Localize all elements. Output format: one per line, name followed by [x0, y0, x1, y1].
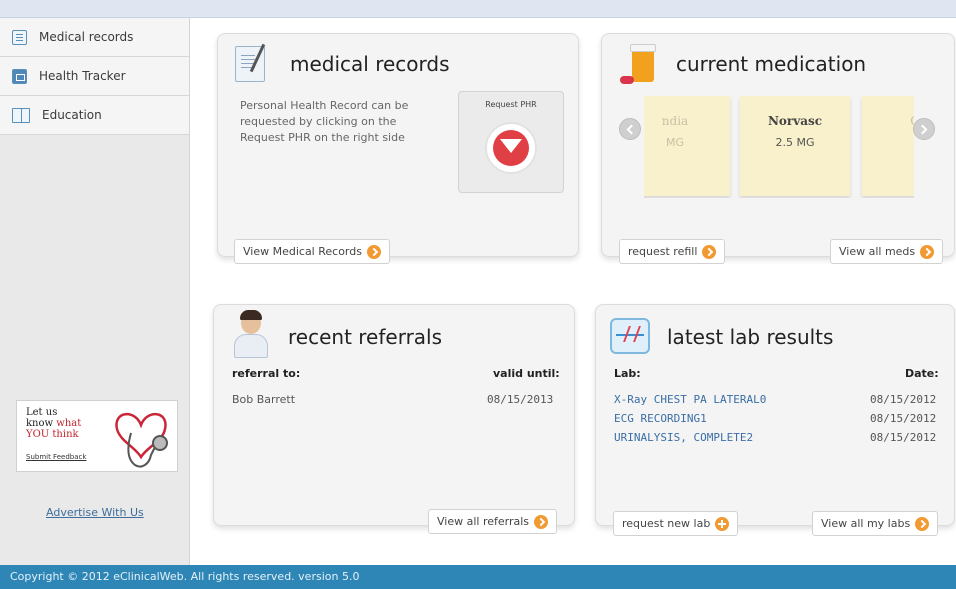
doctor-icon	[232, 310, 270, 358]
lab-result-link[interactable]: ECG RECORDING1	[614, 412, 707, 425]
view-all-meds-button[interactable]: View all meds	[830, 239, 944, 264]
request-new-lab-button[interactable]: request new lab	[613, 511, 739, 536]
top-bar	[0, 0, 956, 18]
view-medical-records-button[interactable]: View Medical Records	[234, 239, 390, 264]
arrow-right-icon	[702, 244, 717, 259]
lab-result-date: 08/15/2012	[870, 412, 937, 425]
request-refill-button[interactable]: request refill	[619, 239, 726, 264]
card-title: recent referrals	[288, 325, 443, 349]
lab-result-date: 08/15/2012	[870, 431, 937, 444]
medication-note[interactable]: Norvasc 2.5 MG	[740, 96, 850, 196]
tracker-icon	[12, 68, 27, 84]
sidebar-item-medical-records[interactable]: Medical records	[0, 18, 189, 57]
lab-result-date: 08/15/2012	[870, 393, 937, 406]
request-phr-label: Request PHR	[485, 100, 537, 109]
lab-result-link[interactable]: URINALYSIS, COMPLETE2	[614, 431, 753, 444]
feedback-banner[interactable]: Let us know what YOU think Submit Feedba…	[16, 400, 178, 472]
card-title: latest lab results	[667, 325, 834, 349]
card-title: current medication	[676, 52, 867, 76]
sidebar-item-health-tracker[interactable]: Health Tracker	[0, 57, 189, 96]
phr-description: Personal Health Record can be requested …	[240, 99, 409, 144]
view-all-referrals-button[interactable]: View all referrals	[428, 509, 558, 534]
column-header: valid until:	[493, 367, 560, 380]
book-icon	[12, 107, 30, 123]
sidebar-item-label: Health Tracker	[39, 69, 126, 83]
ecg-monitor-icon	[610, 318, 650, 354]
medication-note[interactable]: ndia MG	[644, 96, 730, 196]
column-header: Date:	[905, 367, 939, 380]
column-header: referral to:	[232, 367, 301, 380]
medication-note[interactable]: Gl	[862, 96, 914, 196]
column-header: Lab:	[614, 367, 641, 380]
arrow-right-icon	[920, 244, 935, 259]
carousel-next-button[interactable]	[913, 118, 935, 140]
card-title: medical records	[290, 52, 450, 76]
sidebar-item-label: Medical records	[39, 30, 134, 44]
medication-carousel: ndia MG Norvasc 2.5 MG Gl	[644, 96, 914, 198]
lab-result-link[interactable]: X-Ray CHEST PA LATERAL0	[614, 393, 766, 406]
arrow-right-icon	[534, 514, 549, 529]
request-phr-button[interactable]: Request PHR	[458, 91, 564, 193]
clipboard-icon	[235, 46, 265, 82]
arrow-right-icon	[366, 244, 381, 259]
download-arrow-icon	[485, 122, 537, 174]
sidebar-item-label: Education	[42, 108, 102, 122]
advertise-link[interactable]: Advertise With Us	[46, 506, 144, 519]
carousel-prev-button[interactable]	[619, 118, 641, 140]
feedback-text: Let us know what YOU think	[26, 407, 82, 440]
referral-date: 08/15/2013	[487, 393, 554, 406]
pill-bottle-icon	[620, 44, 658, 86]
submit-feedback-link[interactable]: Submit Feedback	[26, 453, 86, 461]
arrow-right-icon	[915, 516, 930, 531]
referral-name: Bob Barrett	[232, 393, 296, 406]
footer: Copyright © 2012 eClinicalWeb. All right…	[0, 565, 956, 589]
sidebar: Medical records Health Tracker Education	[0, 18, 190, 565]
heart-stethoscope-icon	[115, 413, 168, 468]
clipboard-icon	[12, 29, 27, 45]
plus-icon	[715, 516, 730, 531]
view-all-labs-button[interactable]: View all my labs	[812, 511, 939, 536]
sidebar-item-education[interactable]: Education	[0, 96, 189, 135]
